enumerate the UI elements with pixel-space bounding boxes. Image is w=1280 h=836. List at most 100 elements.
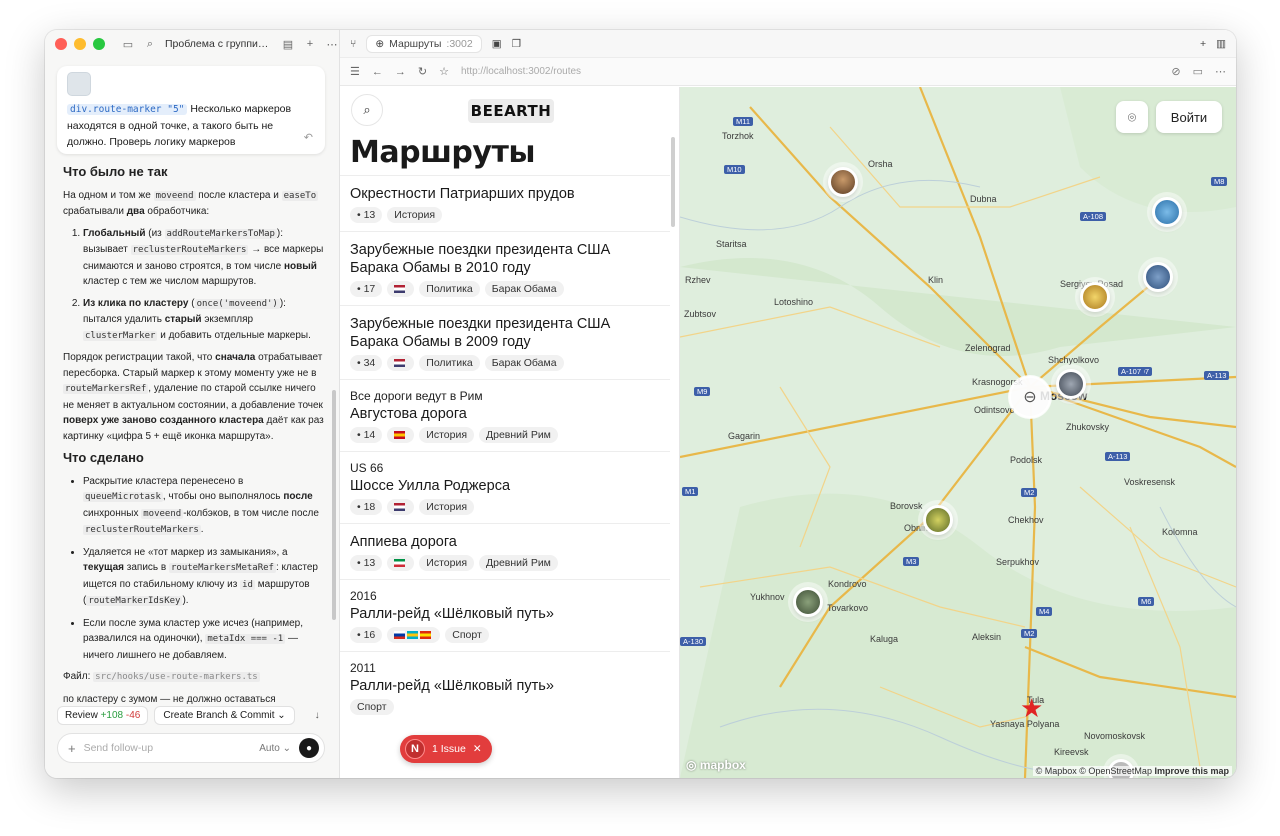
login-button[interactable]: Войти xyxy=(1156,101,1222,133)
split-view-icon[interactable]: ▥ xyxy=(1216,38,1226,50)
star-marker-icon[interactable]: ★ xyxy=(1020,693,1043,724)
category-tag[interactable]: Политика xyxy=(419,355,480,371)
route-list-item[interactable]: Зарубежные поездки президента США Барака… xyxy=(340,231,670,305)
category-tag[interactable]: Барак Обама xyxy=(484,355,564,371)
road-shield: A-130 xyxy=(680,637,707,646)
route-marker-yukhnov[interactable] xyxy=(793,587,823,617)
route-list-item[interactable]: US 66 Шоссе Уилла Роджерса • 18 История xyxy=(340,451,670,523)
category-tag[interactable]: Спорт xyxy=(445,627,489,643)
text: ). xyxy=(182,595,189,606)
address-bar[interactable]: http://localhost:3002/routes xyxy=(461,66,1159,77)
bookmark-star-icon[interactable]: ☆ xyxy=(439,65,449,78)
create-branch-button[interactable]: Create Branch & Commit ⌄ xyxy=(154,705,295,725)
cluster-marker[interactable]: ⊖ xyxy=(1008,375,1052,419)
new-chat-icon[interactable]: + xyxy=(303,38,317,50)
microphone-icon[interactable]: ● xyxy=(299,738,319,758)
chat-scrollbar[interactable] xyxy=(332,390,336,620)
routes-panel: ⌕ BEEARTH Маршруты Окрестности Патриарши… xyxy=(340,87,680,778)
undo-icon[interactable]: ↶ xyxy=(304,130,313,146)
maximize-window-button[interactable] xyxy=(93,38,105,50)
category-tag[interactable]: История xyxy=(419,427,474,443)
plus-icon[interactable]: + xyxy=(68,741,76,756)
minimize-window-button[interactable] xyxy=(74,38,86,50)
route-marker-obninsk[interactable] xyxy=(923,505,953,535)
selector-chip[interactable]: div.route-marker "5" xyxy=(67,104,188,115)
app-window: ▭ ⌕ Проблема с группиров... ▤ + ⋯ div.ro… xyxy=(45,30,1236,778)
bold-text: два xyxy=(126,206,145,217)
flag-es-icon xyxy=(394,431,406,440)
category-tag[interactable]: История xyxy=(387,207,442,223)
link-icon[interactable]: ⊘ xyxy=(1171,65,1180,78)
search-button[interactable]: ⌕ xyxy=(351,94,383,126)
route-list-item[interactable]: Все дороги ведут в Рим Августова дорога • … xyxy=(340,379,670,451)
archive-icon[interactable]: ▤ xyxy=(281,38,295,51)
close-window-button[interactable] xyxy=(55,38,67,50)
route-tags: • 13 История Древний Рим xyxy=(350,555,660,571)
category-tag[interactable]: Спорт xyxy=(350,699,394,715)
reload-icon[interactable]: ↻ xyxy=(418,65,427,78)
copy-icon[interactable]: ❐ xyxy=(512,38,521,50)
city-label: Kolomna xyxy=(1162,527,1198,537)
conversation-title[interactable]: Проблема с группиров... xyxy=(165,38,273,50)
back-icon[interactable]: ← xyxy=(372,66,383,78)
city-label: Tovarkovo xyxy=(827,603,869,613)
new-tab-icon[interactable]: + xyxy=(1200,38,1206,50)
sidebar-toggle-icon[interactable]: ▭ xyxy=(121,38,135,51)
category-tag[interactable]: Политика xyxy=(419,281,480,297)
category-tag[interactable]: Барак Обама xyxy=(484,281,564,297)
text: Порядок регистрации такой, что xyxy=(63,352,213,363)
category-tag[interactable]: История xyxy=(419,499,474,515)
city-label: Odintsovo xyxy=(974,405,1015,415)
screenshot-button[interactable]: ⌾ xyxy=(1116,101,1148,133)
mode-selector[interactable]: Auto ⌄ xyxy=(259,743,291,754)
route-list-item[interactable]: 2016 Ралли-рейд «Шёлковый путь» • 16 Спорт xyxy=(340,579,670,651)
scroll-down-icon[interactable]: ↓ xyxy=(315,710,320,721)
route-tags: • 17 Политика Барак Обама xyxy=(350,281,660,297)
point-count-badge: • 18 xyxy=(350,499,383,515)
route-marker-lake[interactable] xyxy=(1152,197,1182,227)
map-view[interactable]: M11 M10 M9 A-108 M8 A-107 A-113 M1 M2 M2… xyxy=(680,87,1236,778)
app-logo[interactable]: BEEARTH xyxy=(468,99,554,123)
search-icon[interactable]: ⌕ xyxy=(143,38,157,51)
route-marker-pushkin[interactable] xyxy=(828,167,858,197)
category-tag[interactable]: Древний Рим xyxy=(479,427,558,443)
more-icon[interactable]: ⋯ xyxy=(1215,65,1226,78)
close-icon[interactable]: ✕ xyxy=(473,743,482,755)
route-list-item[interactable]: 2011 Ралли-рейд «Шёлковый путь» Спорт xyxy=(340,651,670,723)
branch-icon[interactable]: ⑂ xyxy=(350,38,356,50)
route-list-item[interactable]: Аппиева дорога • 13 История Древний Рим xyxy=(340,523,670,579)
road-shield: A-108 xyxy=(1080,212,1107,221)
follow-up-input[interactable]: Send follow-up xyxy=(84,742,252,754)
forward-icon[interactable]: → xyxy=(395,66,406,78)
attribution-text[interactable]: © Mapbox © OpenStreetMap xyxy=(1036,766,1152,776)
review-button[interactable]: Review +108 -46 xyxy=(57,705,149,725)
route-name: Ралли-рейд «Шёлковый путь» xyxy=(350,606,554,622)
category-tag[interactable]: История xyxy=(419,555,474,571)
inline-code: routeMarkerIdsKey xyxy=(86,596,183,606)
inline-code: routeMarkersMetaRef xyxy=(169,563,276,573)
issues-indicator[interactable]: N 1 Issue ✕ xyxy=(400,735,492,763)
list-scrollbar[interactable] xyxy=(671,137,675,227)
image-icon[interactable]: ▣ xyxy=(492,38,502,50)
road-shield: A-107 xyxy=(1118,367,1145,376)
follow-up-composer[interactable]: + Send follow-up Auto ⌄ ● xyxy=(57,733,325,763)
category-tag[interactable]: Древний Рим xyxy=(479,555,558,571)
city-label: Klin xyxy=(928,275,944,285)
chat-pane: ▭ ⌕ Проблема с группиров... ▤ + ⋯ div.ro… xyxy=(45,30,340,778)
route-list-item[interactable]: Окрестности Патриарших прудов • 13 История xyxy=(340,175,670,231)
improve-map-link[interactable]: Improve this map xyxy=(1154,766,1229,776)
browser-tab[interactable]: ⊕ Маршруты:3002 xyxy=(366,34,482,53)
mapbox-logo[interactable]: ◎ mapbox xyxy=(686,758,746,772)
city-label: Voskresensk xyxy=(1124,477,1176,487)
terminal-icon[interactable]: ▭ xyxy=(1193,65,1203,78)
list-icon[interactable]: ☰ xyxy=(350,65,360,78)
route-marker-church[interactable] xyxy=(1143,262,1173,292)
route-marker-moscow[interactable] xyxy=(1056,369,1086,399)
city-label: Staritsa xyxy=(716,239,747,249)
route-list-item[interactable]: Зарубежные поездки президента США Барака… xyxy=(340,305,670,379)
bold-text: текущая xyxy=(83,562,124,573)
route-marker-ring[interactable] xyxy=(1080,282,1110,312)
city-label: Torzhok xyxy=(722,131,754,141)
file-path-link[interactable]: src/hooks/use-route-markers.ts xyxy=(93,672,260,682)
more-icon[interactable]: ⋯ xyxy=(325,38,339,51)
